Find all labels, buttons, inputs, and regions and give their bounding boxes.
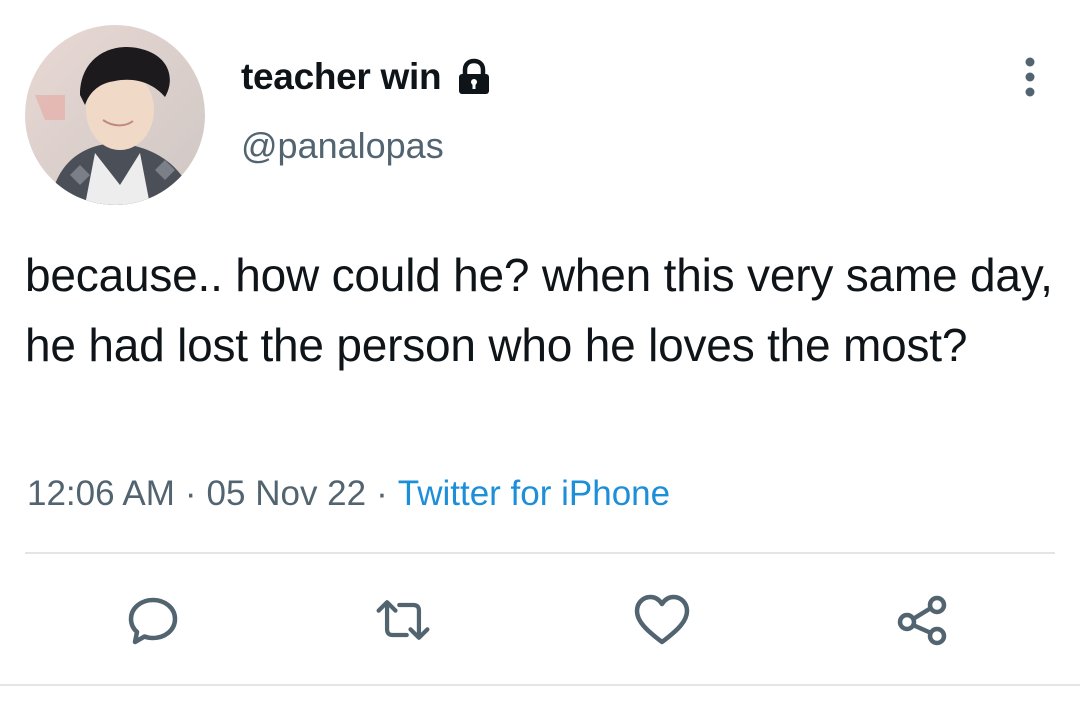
tweet-meta: 12:06 AM · 05 Nov 22 · Twitter for iPhone bbox=[27, 474, 670, 514]
reply-icon bbox=[128, 597, 178, 645]
tweet-text: because.. how could he? when this very s… bbox=[25, 249, 1053, 371]
retweet-icon bbox=[376, 600, 430, 640]
heart-icon bbox=[634, 594, 690, 645]
user-handle[interactable]: @panalopas bbox=[241, 125, 444, 167]
tweet-date: 05 Nov 22 bbox=[206, 474, 367, 513]
separator: · bbox=[376, 474, 388, 513]
tweet-source-link[interactable]: Twitter for iPhone bbox=[398, 474, 670, 513]
share-button[interactable] bbox=[893, 590, 953, 650]
divider bbox=[25, 552, 1055, 554]
tweet-time: 12:06 AM bbox=[27, 474, 175, 513]
like-button[interactable] bbox=[632, 590, 692, 650]
action-bar bbox=[0, 590, 1080, 650]
retweet-button[interactable] bbox=[373, 590, 433, 650]
avatar[interactable] bbox=[25, 25, 205, 205]
avatar-photo bbox=[25, 25, 205, 205]
more-options-icon[interactable] bbox=[1010, 52, 1050, 102]
lock-icon bbox=[456, 58, 492, 96]
divider bbox=[0, 684, 1080, 686]
tweet-detail: teacher win @panalopas because.. how cou… bbox=[0, 0, 1080, 701]
reply-button[interactable] bbox=[123, 590, 183, 650]
display-name[interactable]: teacher win bbox=[241, 56, 492, 98]
share-icon bbox=[897, 595, 947, 646]
display-name-text: teacher win bbox=[241, 56, 442, 97]
separator: · bbox=[184, 474, 197, 513]
